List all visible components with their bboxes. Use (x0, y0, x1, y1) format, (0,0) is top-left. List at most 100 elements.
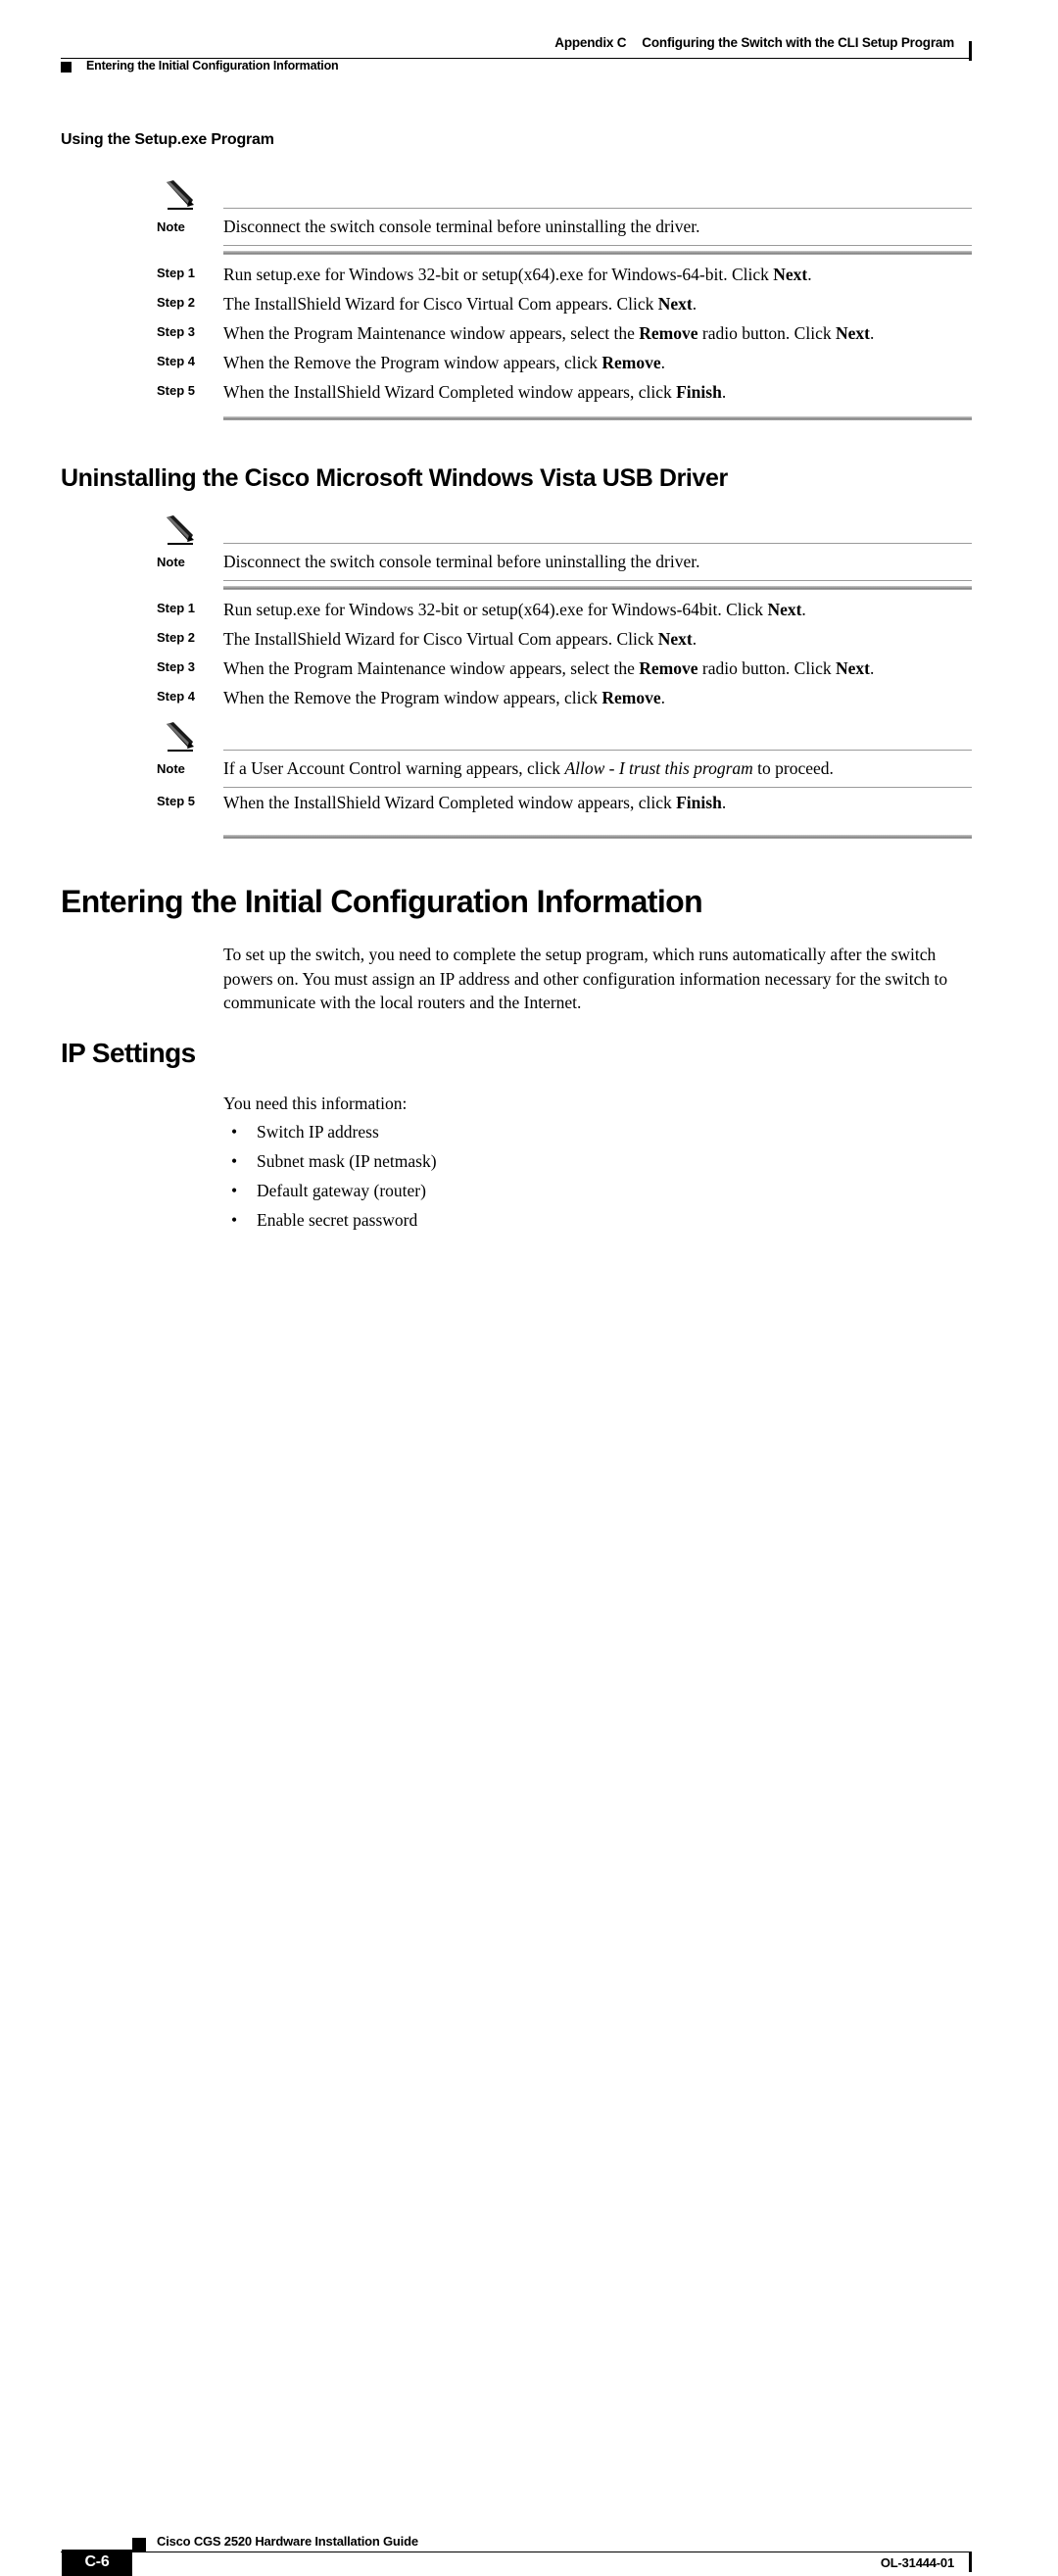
step-label: Step 1 (157, 266, 196, 280)
step-row: Step 2 The InstallShield Wizard for Cisc… (157, 629, 972, 654)
note-rule-bottom (223, 580, 972, 581)
list-item: • Default gateway (router) (231, 1180, 426, 1202)
note-label: Note (157, 555, 185, 569)
note-text: Disconnect the switch console terminal b… (223, 552, 700, 571)
step-emphasis: Next (835, 323, 870, 343)
step-emphasis: Finish (676, 382, 722, 402)
step-list-separator-top (223, 251, 972, 255)
bullet-dot-icon: • (231, 1181, 238, 1200)
bullet-dot-icon: • (231, 1122, 238, 1142)
list-item: • Subnet mask (IP netmask) (231, 1150, 437, 1173)
pencil-icon (164, 515, 197, 545)
page-number: C-6 (84, 2553, 110, 2570)
note-rule-top (223, 543, 972, 544)
step-list-separator-top (223, 586, 972, 590)
list-item: • Enable secret password (231, 1209, 417, 1232)
entering-initial-paragraph: To set up the switch, you need to comple… (223, 945, 948, 1012)
step-emphasis: Finish (676, 793, 722, 812)
note-italic-emphasis: Allow - I trust this program (564, 758, 753, 778)
section-heading-ip-settings: IP Settings (61, 1038, 196, 1068)
section-heading-setup-exe: Using the Setup.exe Program (61, 131, 274, 148)
page-header: Appendix C Configuring the Switch with th… (0, 35, 1058, 80)
note-rule-bottom (223, 245, 972, 246)
page-footer: Cisco CGS 2520 Hardware Installation Gui… (0, 1251, 1058, 2576)
header-appendix-title: Appendix C Configuring the Switch with th… (554, 35, 954, 50)
step-text: When the Remove the Program window appea… (223, 688, 665, 707)
list-item-label: Enable secret password (257, 1210, 418, 1230)
step-row: Step 3 When the Program Maintenance wind… (157, 658, 972, 683)
step-row: Step 4 When the Remove the Program windo… (157, 353, 972, 377)
step-text: Run setup.exe for Windows 32-bit or setu… (223, 600, 806, 619)
step-label: Step 2 (157, 295, 196, 310)
step-row: Step 1 Run setup.exe for Windows 32-bit … (157, 265, 972, 289)
step-row: Step 3 When the Program Maintenance wind… (157, 323, 972, 348)
document-page: Appendix C Configuring the Switch with th… (0, 0, 1058, 2576)
pencil-icon-underline (168, 543, 193, 545)
footer-document-id: OL-31444-01 (880, 2555, 954, 2570)
bullet-dot-icon: • (231, 1210, 238, 1230)
section-heading-entering-initial: Entering the Initial Configuration Infor… (61, 884, 703, 919)
note-block-vista-usb: Note Disconnect the switch console termi… (157, 515, 972, 581)
list-item-label: Switch IP address (257, 1122, 379, 1142)
header-appendix-label: Appendix C (554, 35, 627, 50)
step-text: The InstallShield Wizard for Cisco Virtu… (223, 629, 697, 649)
page-number-badge: C-6 (62, 2550, 132, 2576)
pencil-icon (164, 722, 197, 752)
step-emphasis: Next (657, 294, 693, 314)
step-text: When the Remove the Program window appea… (223, 353, 665, 372)
step-label: Step 4 (157, 354, 196, 368)
step-row: Step 4 When the Remove the Program windo… (157, 688, 972, 712)
step-emphasis: Next (767, 600, 802, 619)
step-emphasis: Remove (639, 323, 698, 343)
footer-guide-title: Cisco CGS 2520 Hardware Installation Gui… (157, 2534, 418, 2549)
step-text: When the InstallShield Wizard Completed … (223, 382, 727, 402)
step-text: When the Program Maintenance window appe… (223, 323, 875, 343)
note-rule-top (223, 208, 972, 209)
note-label: Note (157, 761, 185, 776)
step-label: Step 3 (157, 324, 196, 339)
note-text: If a User Account Control warning appear… (223, 758, 834, 778)
step-emphasis: Next (835, 658, 870, 678)
step-row: Step 5 When the InstallShield Wizard Com… (157, 382, 972, 407)
step-text: The InstallShield Wizard for Cisco Virtu… (223, 294, 697, 314)
step-emphasis: Next (773, 265, 808, 284)
bullet-dot-icon: • (231, 1151, 238, 1171)
header-running-head: Entering the Initial Configuration Infor… (86, 59, 339, 73)
step-emphasis: Remove (601, 353, 661, 372)
square-marker-icon (61, 62, 72, 73)
step-text: Run setup.exe for Windows 32-bit or setu… (223, 265, 812, 284)
pencil-icon (164, 180, 197, 210)
note-label: Note (157, 219, 185, 234)
note-block-uac: Note If a User Account Control warning a… (157, 722, 972, 788)
step-label: Step 1 (157, 601, 196, 615)
list-item-label: Subnet mask (IP netmask) (257, 1151, 437, 1171)
section-heading-vista-usb: Uninstalling the Cisco Microsoft Windows… (61, 464, 728, 492)
step-emphasis: Next (657, 629, 693, 649)
list-item: • Switch IP address (231, 1121, 379, 1143)
pencil-icon-underline (168, 208, 193, 210)
step-text: When the InstallShield Wizard Completed … (223, 793, 727, 812)
note-text: Disconnect the switch console terminal b… (223, 217, 700, 236)
step-list-separator-bottom (223, 416, 972, 420)
step-label: Step 3 (157, 659, 196, 674)
step-list-separator-bottom (223, 835, 972, 839)
step-label: Step 4 (157, 689, 196, 704)
header-appendix-name: Configuring the Switch with the CLI Setu… (642, 35, 954, 50)
step-emphasis: Remove (639, 658, 698, 678)
step-text: When the Program Maintenance window appe… (223, 658, 875, 678)
note-rule-top (223, 750, 972, 751)
list-item-label: Default gateway (router) (257, 1181, 426, 1200)
change-bar-icon (969, 2552, 972, 2572)
step-label: Step 2 (157, 630, 196, 645)
square-marker-icon (132, 2538, 146, 2552)
step-row: Step 5 When the InstallShield Wizard Com… (157, 793, 972, 817)
step-label: Step 5 (157, 383, 196, 398)
note-rule-bottom (223, 787, 972, 788)
step-emphasis: Remove (601, 688, 661, 707)
step-row: Step 2 The InstallShield Wizard for Cisc… (157, 294, 972, 318)
note-block-setup-exe: Note Disconnect the switch console termi… (157, 180, 972, 246)
step-label: Step 5 (157, 794, 196, 808)
step-row: Step 1 Run setup.exe for Windows 32-bit … (157, 600, 972, 624)
ip-settings-intro: You need this information: (223, 1094, 408, 1113)
pencil-icon-underline (168, 750, 193, 752)
